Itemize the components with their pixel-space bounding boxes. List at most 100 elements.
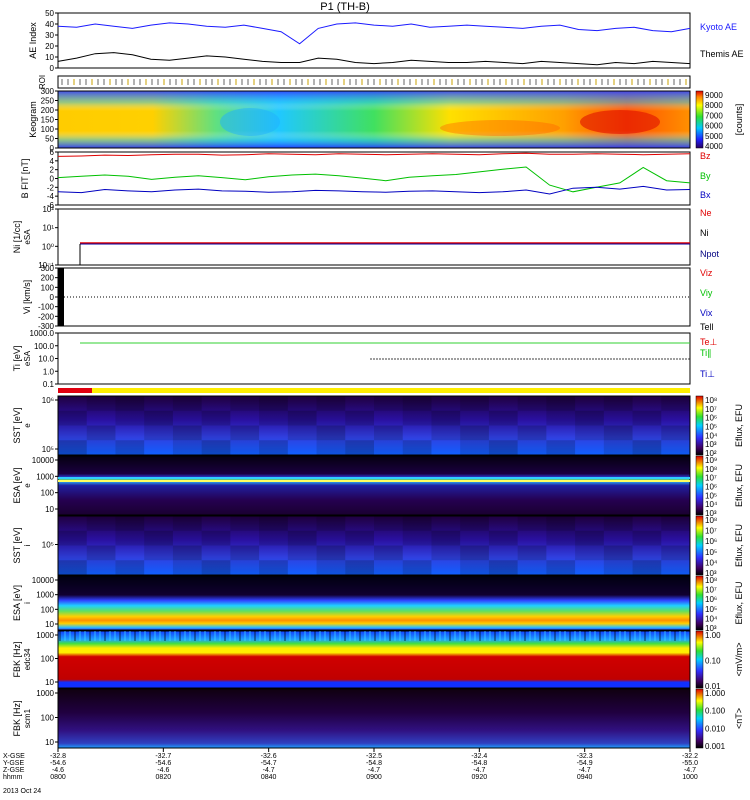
- legend-entry: Ni: [700, 228, 709, 238]
- x-axis-value: -32.6: [261, 753, 277, 760]
- sst_i-bin: [632, 530, 662, 546]
- y-tick-label: 300: [41, 264, 55, 273]
- sst_e-bin: [172, 425, 202, 441]
- fbk2-ylabel: FBK [Hz]: [12, 700, 22, 736]
- sst_i-bin: [546, 560, 576, 575]
- esa_e-spectrogram: [58, 456, 690, 515]
- sst_e-bin: [144, 396, 173, 411]
- sst_e-bin: [603, 396, 633, 411]
- colorbar-tick-label: 10⁶: [705, 414, 717, 423]
- colorbar-tick-label: 10⁵: [705, 548, 717, 557]
- y-tick-label: 40: [45, 20, 54, 29]
- legend-entry: Themis AE: [700, 49, 744, 59]
- sst_e-bin: [144, 410, 173, 426]
- y-tick-label: 100.0: [34, 342, 55, 351]
- sst_e-bin: [230, 425, 260, 441]
- legend-entry: Npot: [700, 249, 720, 259]
- x-axis-value: -4.7: [579, 767, 591, 774]
- sst_e-bin: [86, 440, 116, 455]
- x-axis-value: -4.7: [473, 767, 485, 774]
- sst_i-bin: [603, 530, 633, 546]
- sst_e-bin: [603, 440, 633, 455]
- sst_i-bin: [259, 516, 288, 531]
- x-axis-value: -54.9: [577, 760, 593, 767]
- colorbar-label: Eflux, EFU: [734, 464, 744, 507]
- sst_i-bin: [603, 560, 633, 575]
- legend-entry: Viy: [700, 288, 713, 298]
- legend-entry: Bz: [700, 151, 711, 161]
- date-label: 2013 Oct 24: [3, 788, 41, 795]
- x-axis-value: -32.3: [577, 753, 593, 760]
- colorbar: [695, 575, 704, 631]
- sst_e-bin: [316, 425, 346, 441]
- y-tick-label: 20: [45, 42, 54, 51]
- sst_e-bin: [632, 440, 662, 455]
- sst_e-bin: [517, 396, 547, 411]
- x-axis-value: 0900: [366, 774, 382, 781]
- y-tick-label: 0: [50, 175, 55, 184]
- sst_e-bin: [316, 396, 346, 411]
- sst_i-bin: [632, 560, 662, 575]
- sst_i-bin: [603, 545, 633, 561]
- sst_e-bin: [58, 425, 87, 441]
- sst_i-bin: [172, 530, 202, 546]
- sst_i-bin: [345, 560, 374, 575]
- y-tick-label: 10: [45, 505, 54, 514]
- keogram-ylabel: Keogram: [28, 101, 38, 138]
- x-axis-value: -4.7: [263, 767, 275, 774]
- sst_e-bin: [460, 425, 489, 441]
- colorbar-tick-label: 4000: [705, 142, 723, 151]
- colorbar: [695, 455, 704, 516]
- y-tick-label: 1000: [36, 631, 54, 640]
- sst_e-bin: [575, 396, 604, 411]
- sst_e-bin: [172, 410, 202, 426]
- colorbar-tick-label: 10⁸: [705, 516, 717, 525]
- colorbar-tick-label: 0.001: [705, 742, 726, 751]
- colorbar-tick-label: 10⁵: [705, 491, 717, 500]
- x-axis-value: -32.5: [366, 753, 382, 760]
- sst_i-bin: [316, 530, 346, 546]
- esa_e-ylabel: ESA [eV]: [12, 467, 22, 503]
- bfield-series-line: [57, 185, 691, 195]
- sst_e-bin: [460, 440, 489, 455]
- colorbar-tick-label: 10⁴: [705, 558, 718, 567]
- x-axis-value: -4.6: [52, 767, 64, 774]
- colorbar-tick-label: 10⁶: [705, 483, 717, 492]
- y-tick-label: 2: [50, 166, 55, 175]
- colorbar-tick-label: 10³: [705, 440, 717, 449]
- sst_e-bin: [230, 396, 260, 411]
- sst_i-bin: [460, 560, 489, 575]
- y-tick-label: 6: [50, 148, 55, 157]
- colorbar-tick-label: 0.010: [705, 724, 726, 733]
- y-tick-label: 150: [41, 116, 55, 125]
- legend-entry: Bx: [700, 190, 711, 200]
- y-tick-label: 10000: [32, 576, 55, 585]
- sst_i-ylabel: SST [eV]: [12, 528, 22, 564]
- colorbar: [695, 395, 704, 456]
- colorbar-tick-label: 6000: [705, 122, 723, 131]
- sst_i-bin: [517, 560, 547, 575]
- keogram-hotspot: [440, 120, 560, 136]
- sst_e-bin: [259, 396, 288, 411]
- sst_e-bin: [632, 425, 662, 441]
- esa_e-units: e: [23, 483, 32, 488]
- legend-entry: Te⊥: [700, 337, 718, 347]
- y-tick-label: 1000: [36, 591, 54, 600]
- sst_e-bin: [402, 410, 432, 426]
- sst_i-bin: [316, 516, 346, 531]
- legend-entry: Ti∥: [700, 348, 712, 358]
- sst_e-bin: [431, 425, 461, 441]
- y-tick-label: 0: [50, 64, 55, 73]
- y-tick-label: 10000: [32, 456, 55, 465]
- sst_i-bin: [431, 530, 461, 546]
- sst_i-bin: [144, 545, 173, 561]
- sst_i-bin: [58, 560, 87, 575]
- y-tick-label: 50: [45, 9, 54, 18]
- colorbar-tick-label: 1.000: [705, 689, 726, 698]
- colorbar-tick-label: 9000: [705, 91, 723, 100]
- sst_e-bin: [431, 410, 461, 426]
- y-tick-label: 250: [41, 97, 55, 106]
- x-axis-table: X-GSEY-GSEZ-GSEhhmm-32.8-54.6-4.60800-32…: [3, 748, 698, 795]
- x-axis-value: 0840: [261, 774, 277, 781]
- sst_i-bin: [517, 516, 547, 531]
